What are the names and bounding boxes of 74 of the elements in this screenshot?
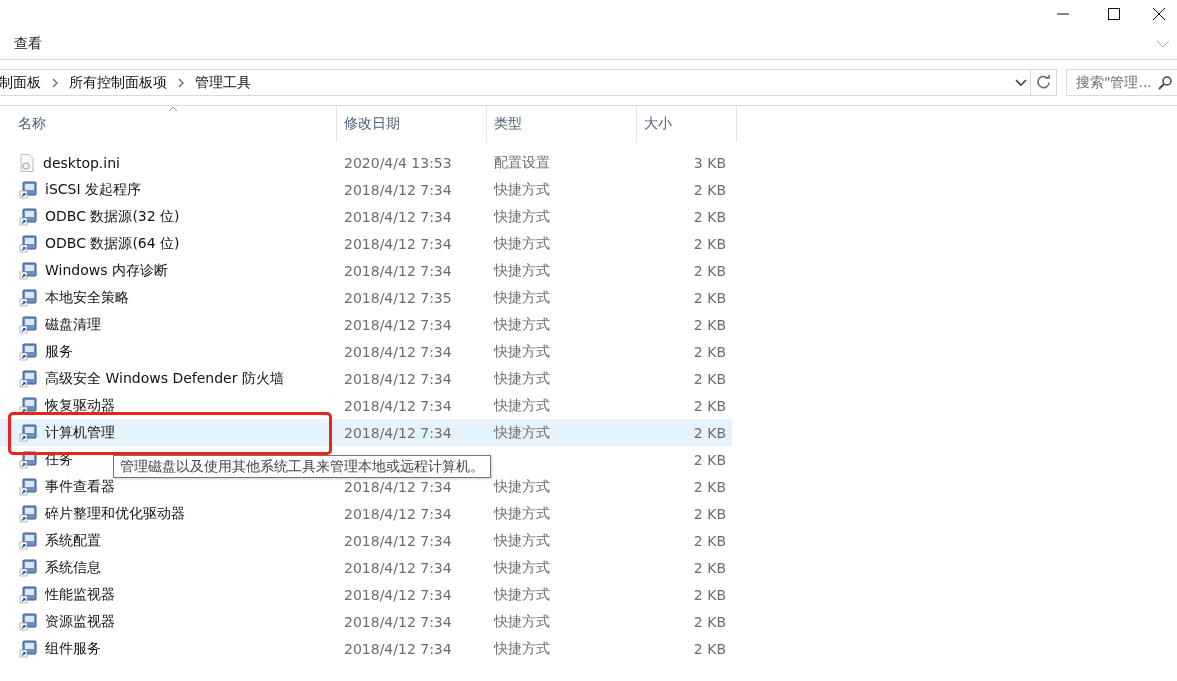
file-name: 资源监视器	[45, 612, 115, 631]
modified-date: 2018/4/12 7:34	[344, 397, 452, 414]
modified-date: 2018/4/12 7:34	[344, 559, 452, 576]
file-type: 快捷方式	[494, 288, 550, 305]
file-type: 快捷方式	[494, 423, 550, 440]
file-size: 2 KB	[693, 208, 726, 225]
modified-date: 2018/4/12 7:34	[344, 208, 452, 225]
file-type: 快捷方式	[494, 531, 550, 548]
file-type: 快捷方式	[494, 261, 550, 278]
file-size: 2 KB	[693, 181, 726, 198]
file-type: 快捷方式	[494, 585, 550, 602]
file-type: 快捷方式	[494, 396, 550, 413]
modified-date: 2018/4/12 7:34	[344, 370, 452, 387]
file-size: 2 KB	[693, 235, 726, 252]
file-type: 快捷方式	[494, 639, 550, 656]
file-name: 系统配置	[45, 531, 101, 550]
modified-date: 2018/4/12 7:34	[344, 262, 452, 279]
modified-date: 2018/4/12 7:34	[344, 613, 452, 630]
file-name: 计算机管理	[45, 423, 115, 442]
file-size: 2 KB	[693, 424, 726, 441]
modified-date: 2018/4/12 7:34	[344, 343, 452, 360]
modified-date: 2018/4/12 7:34	[344, 586, 452, 603]
file-name: 事件查看器	[45, 477, 115, 496]
modified-date: 2020/4/4 13:53	[344, 154, 452, 171]
file-size: 2 KB	[693, 316, 726, 333]
file-size: 2 KB	[693, 289, 726, 306]
file-name: 系统信息	[45, 558, 101, 577]
file-size: 2 KB	[693, 640, 726, 657]
file-name: ODBC 数据源(64 位)	[45, 234, 180, 253]
file-name: desktop.ini	[43, 154, 120, 171]
file-name: 组件服务	[45, 639, 101, 658]
file-name: 性能监视器	[45, 585, 115, 604]
modified-date: 2018/4/12 7:35	[344, 289, 452, 306]
file-name: ODBC 数据源(32 位)	[45, 207, 180, 226]
file-name: 服务	[45, 342, 73, 361]
file-type: 快捷方式	[494, 558, 550, 575]
file-type: 快捷方式	[494, 180, 550, 197]
file-type: 快捷方式	[494, 207, 550, 224]
file-size: 2 KB	[693, 370, 726, 387]
file-size: 2 KB	[693, 559, 726, 576]
file-size: 2 KB	[693, 343, 726, 360]
modified-date: 2018/4/12 7:34	[344, 424, 452, 441]
file-size: 2 KB	[693, 262, 726, 279]
file-size: 2 KB	[693, 505, 726, 522]
file-name: iSCSI 发起程序	[45, 180, 142, 199]
modified-date: 2018/4/12 7:34	[344, 505, 452, 522]
file-name: 恢复驱动器	[45, 396, 115, 415]
file-type: 配置设置	[494, 153, 550, 170]
tooltip: 管理磁盘以及使用其他系统工具来管理本地或远程计算机。	[113, 455, 491, 478]
file-name: 碎片整理和优化驱动器	[45, 504, 185, 523]
modified-date: 2018/4/12 7:34	[344, 316, 452, 333]
file-type: 快捷方式	[494, 612, 550, 629]
file-size: 2 KB	[693, 586, 726, 603]
file-name: 高级安全 Windows Defender 防火墙	[45, 369, 284, 388]
file-size: 2 KB	[693, 613, 726, 630]
file-type: 快捷方式	[494, 477, 550, 494]
file-type: 快捷方式	[494, 369, 550, 386]
modified-date: 2018/4/12 7:34	[344, 181, 452, 198]
file-size: 2 KB	[693, 532, 726, 549]
file-name: 磁盘清理	[45, 315, 101, 334]
file-type: 快捷方式	[494, 234, 550, 251]
file-size: 2 KB	[693, 451, 726, 468]
modified-date: 2018/4/12 7:34	[344, 478, 452, 495]
modified-date: 2018/4/12 7:34	[344, 532, 452, 549]
file-name: 本地安全策略	[45, 288, 129, 307]
modified-date: 2018/4/12 7:34	[344, 640, 452, 657]
file-type: 快捷方式	[494, 504, 550, 521]
file-size: 2 KB	[693, 478, 726, 495]
modified-date: 2018/4/12 7:34	[344, 235, 452, 252]
file-name: Windows 内存诊断	[45, 261, 168, 280]
file-size: 2 KB	[693, 397, 726, 414]
file-size: 3 KB	[693, 154, 726, 171]
file-type: 快捷方式	[494, 315, 550, 332]
file-type: 快捷方式	[494, 342, 550, 359]
